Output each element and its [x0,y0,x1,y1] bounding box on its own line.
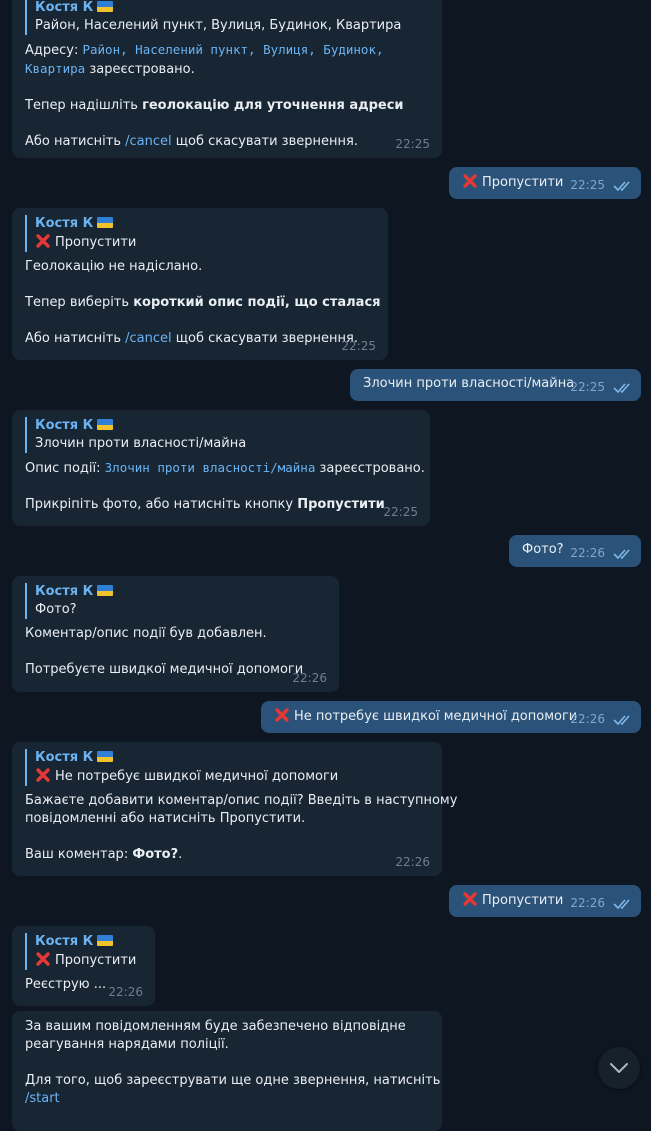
message-text: Тепер надішліть геолокацію для уточнення… [25,98,404,113]
incoming-message[interactable]: Костя К Район, Населений пункт, Вулиця, … [12,0,442,158]
cancel-command-link[interactable]: /cancel [125,331,172,346]
message-text: реагування нарядами поліції. [25,1037,229,1052]
double-check-icon [613,181,630,192]
message-time: 22:25 [570,380,605,394]
reply-text: Пропустити [55,953,137,968]
reply-author: Костя К [35,418,94,433]
reply-text: Злочин проти власності/майна [35,436,247,451]
message-text: Геолокацію не надіслано. [25,259,203,274]
flag-ua-icon [97,1,114,12]
message-text: Пропустити [482,175,564,190]
message-text: Опис події: Злочин проти власності/майна… [25,460,425,476]
message-text: Прикріпіть фото, або натисніть кнопку Пр… [25,497,385,512]
message-text: Бажаєте добавити коментар/опис події? Вв… [25,793,458,808]
message-text: Коментар/опис події був добавлен. [25,626,267,641]
message-text: Або натисніть /cancel щоб скасувати звер… [25,331,358,346]
message-text: Для того, щоб зареєструвати ще одне звер… [25,1073,441,1088]
double-check-icon [613,383,630,394]
flag-ua-icon [97,419,114,430]
code-text[interactable]: Злочин проти власності/майна [105,460,316,475]
double-check-icon [613,549,630,560]
flag-ua-icon [97,751,114,762]
message-time: 22:26 [570,712,605,726]
message-time: 22:25 [395,137,430,151]
cross-mark-icon [36,234,50,248]
reply-text: Не потребує швидкої медичної допомоги [55,769,339,784]
cross-mark-icon [36,952,50,966]
message-text: Адресу: Район, Населений пункт, Вулиця, … [25,42,384,58]
incoming-message[interactable]: За вашим повідомленням буде забезпечено … [12,1011,442,1131]
reply-quote[interactable]: Костя К Пропустити [25,933,142,970]
flag-ua-icon [97,935,114,946]
reply-text: Фото? [35,602,77,617]
incoming-message[interactable]: Костя К Пропустити Реєструю ... 22:26 [12,926,155,1006]
message-time: 22:26 [570,896,605,910]
outgoing-message[interactable]: Пропустити 22:25 [449,167,641,199]
message-text: Або натисніть /cancel щоб скасувати звер… [25,134,358,149]
reply-text: Район, Населений пункт, Вулиця, Будинок,… [35,18,402,33]
cross-mark-icon [36,768,50,782]
incoming-message[interactable]: Костя К Не потребує швидкої медичної доп… [12,742,458,876]
double-check-icon [613,899,630,910]
reply-author: Костя К [35,0,94,15]
incoming-message[interactable]: Костя К Злочин проти власності/майна Опи… [12,410,430,526]
message-time: 22:25 [570,178,605,192]
outgoing-message[interactable]: Фото? 22:26 [509,535,641,567]
flag-ua-icon [97,585,114,596]
message-time: 22:25 [383,505,418,519]
scroll-to-bottom-button[interactable] [598,1047,640,1089]
code-text[interactable]: Квартира [25,61,85,76]
code-text[interactable]: Район, Населений пункт, Вулиця, Будинок, [82,42,383,57]
start-command-link[interactable]: /start [25,1091,60,1106]
reply-text: Пропустити [55,235,137,250]
outgoing-message[interactable]: Пропустити 22:26 [449,885,641,917]
incoming-message[interactable]: Костя К Фото? Коментар/опис події був до… [12,576,339,692]
chevron-down-icon [610,1063,628,1073]
outgoing-message[interactable]: Злочин проти власності/майна 22:25 [350,369,641,401]
double-check-icon [613,715,630,726]
message-text: Тепер виберіть короткий опис події, що с… [25,295,381,310]
message-time: 22:25 [341,339,376,353]
message-text: повідомленні або натисніть Пропустити. [25,811,306,826]
message-time: 22:26 [395,855,430,869]
outgoing-message[interactable]: Не потребує швидкої медичної допомоги 22… [261,701,641,733]
message-time: 22:26 [292,671,327,685]
message-text: Квартира зареєстровано. [25,61,195,77]
reply-author: Костя К [35,584,94,599]
message-text: Потребуєте швидкої медичної допомоги [25,662,304,677]
message-text: Ваш коментар: Фото?. [25,847,183,862]
message-text: Пропустити [482,893,564,908]
reply-author: Костя К [35,216,94,231]
message-text: За вашим повідомленням буде забезпечено … [25,1019,406,1034]
cross-mark-icon [275,708,289,722]
cross-mark-icon [463,892,477,906]
reply-quote[interactable]: Костя К Фото? [25,583,326,619]
cancel-command-link[interactable]: /cancel [125,134,172,149]
reply-author: Костя К [35,750,94,765]
cross-mark-icon [463,174,477,188]
message-text: Не потребує швидкої медичної допомоги [294,709,578,724]
reply-quote[interactable]: Костя К Пропустити [25,215,375,252]
flag-ua-icon [97,217,114,228]
reply-quote[interactable]: Костя К Не потребує швидкої медичної доп… [25,749,429,786]
incoming-message[interactable]: Костя К Пропустити Геолокацію не надісла… [12,208,388,360]
reply-quote[interactable]: Костя К Район, Населений пункт, Вулиця, … [25,0,429,35]
message-time: 22:26 [570,546,605,560]
reply-quote[interactable]: Костя К Злочин проти власності/майна [25,417,417,453]
message-time: 22:26 [108,985,143,999]
reply-author: Костя К [35,934,94,949]
